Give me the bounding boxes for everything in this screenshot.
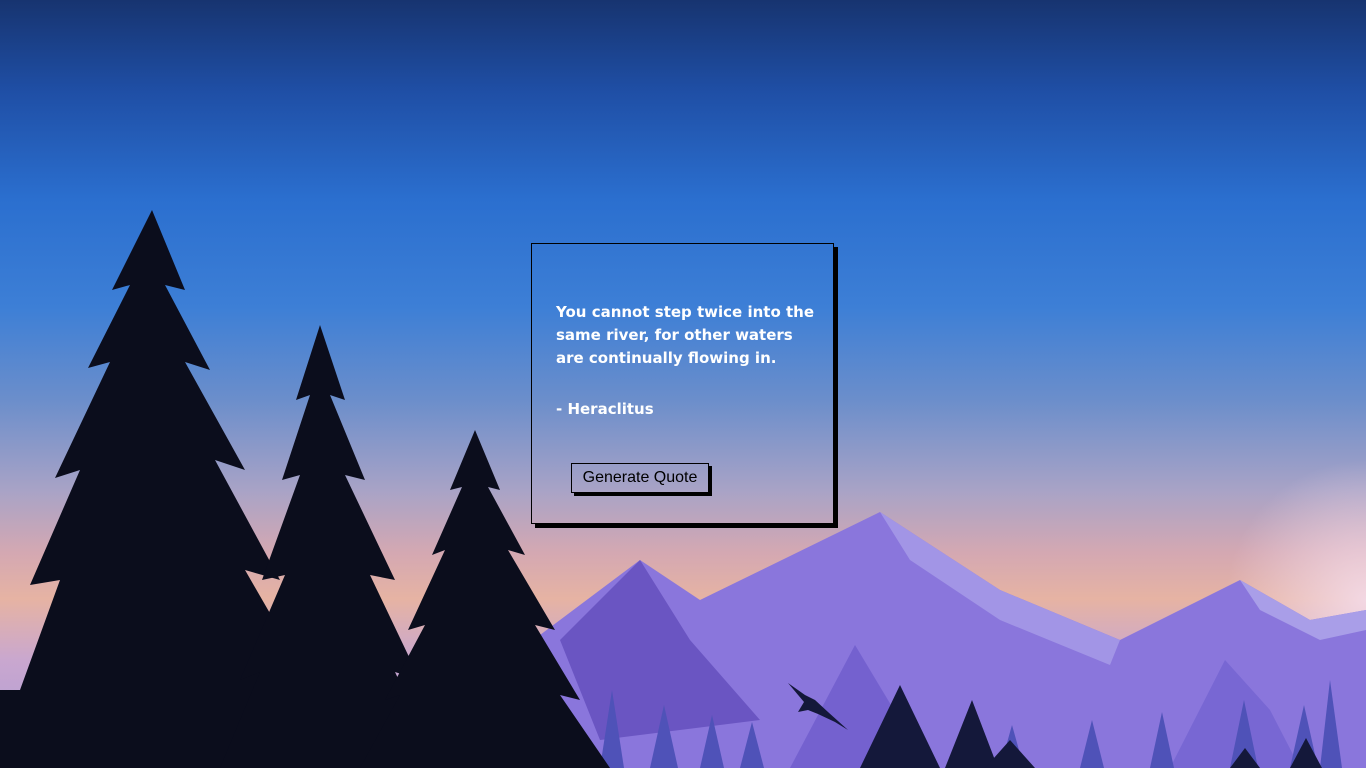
quote-author: - Heraclitus — [556, 400, 654, 418]
quote-text: You cannot step twice into the same rive… — [556, 303, 814, 367]
large-pine-trees-left — [0, 210, 610, 768]
quote-card: You cannot step twice into the same rive… — [531, 243, 834, 524]
generate-quote-button[interactable]: Generate Quote — [571, 463, 709, 493]
